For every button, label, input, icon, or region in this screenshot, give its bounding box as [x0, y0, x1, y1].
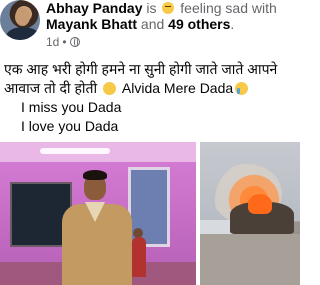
period: . — [230, 16, 235, 32]
crying-face-icon — [235, 82, 249, 95]
avatar-face — [15, 8, 30, 26]
is-text: is — [146, 0, 157, 16]
photo-background-person — [132, 237, 146, 277]
post-line-2: आवाज तो दी होती Alvida Mere Dada — [4, 79, 296, 98]
photo-ceiling-light — [40, 148, 110, 154]
pensive-face-icon — [103, 82, 116, 95]
photo-portrait[interactable] — [0, 142, 196, 285]
post-line-3: I miss you Dada — [21, 99, 122, 115]
author-name[interactable]: Abhay Panday — [46, 0, 142, 16]
globe-icon[interactable] — [69, 37, 80, 47]
photo-person-hair — [83, 170, 107, 180]
photo-cremation[interactable] — [200, 142, 300, 285]
post-header: Abhay Panday is feeling sad with Mayank … — [46, 0, 298, 32]
post-time[interactable]: 1d — [46, 35, 59, 49]
avatar-shirt — [6, 27, 40, 40]
meta-separator: • — [62, 35, 67, 49]
others-link[interactable]: 49 others — [168, 16, 230, 32]
and-text: and — [140, 16, 165, 32]
photo-ground — [200, 234, 300, 285]
post-meta: 1d • — [46, 35, 80, 49]
tagged-name[interactable]: Mayank Bhatt — [46, 16, 137, 32]
post-line-1: एक आह भरी होगी हमने ना सुनी होगी जाते जा… — [4, 61, 278, 77]
with-text: with — [251, 0, 277, 16]
post-line-2-end: Alvida Mere Dada — [121, 80, 234, 96]
post-text: एक आह भरी होगी हमने ना सुनी होगी जाते जा… — [4, 60, 296, 136]
sad-face-icon — [162, 2, 175, 14]
post-line-4: I love you Dada — [21, 118, 119, 134]
avatar[interactable] — [0, 0, 40, 40]
photo-fire — [248, 194, 272, 214]
post-line-2-start: आवाज तो दी होती — [4, 80, 98, 96]
feeling-text: feeling sad — [180, 0, 248, 16]
